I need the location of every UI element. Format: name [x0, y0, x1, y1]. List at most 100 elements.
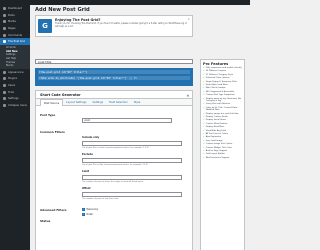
include-only-input[interactable]	[82, 141, 182, 146]
order-checkbox-row[interactable]: ✓ Order	[82, 213, 93, 216]
include-only-hint: List of post IDs to show (comma-separate…	[82, 147, 149, 149]
sidebar-item-posts[interactable]: Posts	[0, 12, 30, 19]
sidebar-item-pages[interactable]: Pages	[0, 25, 30, 32]
sidebar-item-dashboard[interactable]: Dashboard	[0, 5, 30, 12]
check-icon: ✓	[203, 112, 205, 115]
sidebar-item-tools[interactable]: Tools	[0, 89, 30, 96]
check-icon: ✓	[203, 87, 205, 90]
limit-input[interactable]	[82, 175, 182, 180]
pro-feature-label: Grid Layout Builder	[205, 153, 226, 156]
pro-feature-label: Display posts by any Taxonomy like Categ…	[205, 97, 242, 103]
check-icon: ✓	[203, 122, 205, 125]
check-icon: ✓	[203, 146, 205, 149]
exclude-hint: List of post IDs to hide (comma-separate…	[82, 164, 148, 166]
check-icon: ✓	[203, 136, 205, 139]
checkbox[interactable]: ✓	[82, 213, 85, 216]
tab-post-source[interactable]: Post Source	[40, 99, 64, 106]
status-label: Status	[40, 219, 51, 223]
check-icon: ✓	[203, 90, 205, 93]
panel-header: Short Code Generator ▲	[36, 91, 192, 99]
rating-notice: G Enjoying The Post Grid? Thank you for …	[35, 15, 193, 37]
shortcode-text[interactable]: [the-post-grid id="69" title=""]	[38, 70, 190, 74]
tab-bar: Post Source Layout Settings Settings Fie…	[36, 99, 192, 106]
sidebar-submenu: All Grids Add New Settings Get Help Them…	[0, 45, 30, 69]
pro-feature-item: ✓ WooCommerce Support	[203, 157, 242, 160]
checkbox[interactable]: ✓	[82, 208, 85, 211]
exclude-input[interactable]	[82, 158, 182, 163]
sidebar-item-plugins[interactable]: Plugins	[0, 75, 30, 82]
pro-feature-label: Multi Grid & Isotope	[205, 87, 226, 90]
tab-settings[interactable]: Settings	[89, 99, 106, 106]
submenu-blocks[interactable]: Blocks	[0, 64, 30, 68]
notice-text: Thank you for choosing The Post Grid. If…	[55, 22, 188, 28]
offset-label: Offset	[82, 187, 91, 190]
pro-feature-item: ✓ Show/Hide Any Field	[203, 130, 242, 133]
pro-feature-label: Order by Id, Title, Created Date, Modifi…	[205, 106, 238, 112]
page-icon	[3, 26, 6, 30]
post-title-input[interactable]: post title	[35, 59, 193, 64]
admin-sidebar: Dashboard Posts Media Pages Comments The…	[0, 5, 30, 250]
pro-feature-item: ✓ Unlimited Color Options	[203, 77, 242, 80]
page-title: Add New Post Grid	[35, 7, 90, 13]
brush-icon	[3, 70, 6, 74]
tab-field-selection[interactable]: Field Selection	[106, 99, 131, 106]
pro-feature-item: ✓ 55 Different Layouts	[203, 70, 242, 73]
sidebar-item-settings[interactable]: Settings	[0, 95, 30, 102]
check-icon: ✓	[203, 80, 205, 83]
pro-feature-label: Custom Widget Title Color	[205, 146, 232, 149]
check-icon: ✓	[203, 97, 205, 100]
pro-feature-label: Unlimited Color Options	[205, 77, 230, 80]
pro-feature-label: 55 Different Layouts	[205, 70, 227, 73]
tab-layout-settings[interactable]: Layout Settings	[63, 99, 89, 106]
check-icon: ✓	[203, 103, 205, 106]
php-shortcode-text[interactable]: <?php echo do_shortcode( '[the-post-grid…	[38, 76, 190, 80]
pro-feature-list: ✓ Fully responsive and mobile friendly ✓ 55…	[203, 67, 242, 159]
check-icon: ✓	[203, 119, 205, 122]
check-icon: ✓	[203, 126, 205, 129]
main-content: Add New Post Grid G Enjoying The Post Gr…	[30, 5, 250, 250]
pro-feature-item: ✓ Single Popup & Taxonomy Filter	[203, 81, 242, 84]
sidebar-item-users[interactable]: Users	[0, 82, 30, 89]
check-icon: ✓	[203, 70, 205, 73]
wrench-icon	[3, 90, 6, 94]
pro-feature-item: ✓ Custom Image Size Option	[203, 143, 242, 146]
sidebar-item-comments[interactable]: Comments	[0, 32, 30, 39]
check-icon: ✓	[203, 73, 205, 76]
plugin-logo: G	[38, 19, 52, 33]
panel-title: Short Code Generator	[40, 93, 81, 97]
sidebar-item-the-post-grid[interactable]: The Post Grid	[0, 38, 30, 46]
sidebar-item-media[interactable]: Media	[0, 18, 30, 25]
pro-feature-item: ✓ Custom Post Type Supported	[203, 94, 242, 97]
taxonomy-option-label: Taxonomy	[86, 208, 99, 211]
taxonomy-checkbox-row[interactable]: ✓ Taxonomy	[82, 208, 98, 211]
post-type-select[interactable]: post	[82, 118, 172, 123]
pro-feature-label: Custom Meta Position	[205, 122, 228, 125]
pro-feature-item: ✓ Multi Grid & Isotope	[203, 87, 242, 90]
collapse-arrow-icon[interactable]: ▲	[187, 93, 189, 97]
pro-features-title: Pro Features	[203, 62, 229, 66]
pro-feature-label: Query Post with Relation	[205, 103, 231, 106]
include-only-label: Include only	[82, 136, 100, 139]
offset-input[interactable]	[82, 192, 182, 197]
pro-feature-item: ✓ Display Image size and Grid Gap	[203, 113, 242, 116]
pro-feature-label: SEO Supported & Accessible	[205, 90, 235, 93]
pro-features-box: Pro Features ✓ Fully responsive and mobil…	[200, 59, 245, 250]
pro-feature-item: ✓ Ajax Pagination	[203, 136, 242, 139]
tab-style[interactable]: Style	[131, 99, 144, 106]
limit-hint: The number of posts to show. Set empty t…	[82, 181, 144, 183]
dashboard-icon	[3, 6, 6, 10]
pro-feature-item: ✓ Display Read More	[203, 126, 242, 129]
common-filters-label: Common Filters	[40, 130, 65, 134]
grid-icon	[3, 40, 6, 44]
pro-feature-label: Display Read More	[205, 126, 225, 129]
check-icon: ✓	[203, 156, 205, 159]
check-icon: ✓	[203, 94, 205, 97]
shortcode-generator-panel: Short Code Generator ▲ Post Source Layou…	[35, 90, 193, 250]
users-icon	[3, 83, 6, 87]
check-icon: ✓	[203, 106, 205, 109]
sidebar-item-collapse[interactable]: Collapse menu	[0, 102, 30, 109]
pro-feature-item: ✓ Custom Widget Title Color	[203, 147, 242, 150]
close-icon[interactable]: ×	[187, 17, 190, 21]
sidebar-item-appearance[interactable]: Appearance	[0, 69, 30, 76]
exclude-label: Exclude	[82, 153, 93, 156]
